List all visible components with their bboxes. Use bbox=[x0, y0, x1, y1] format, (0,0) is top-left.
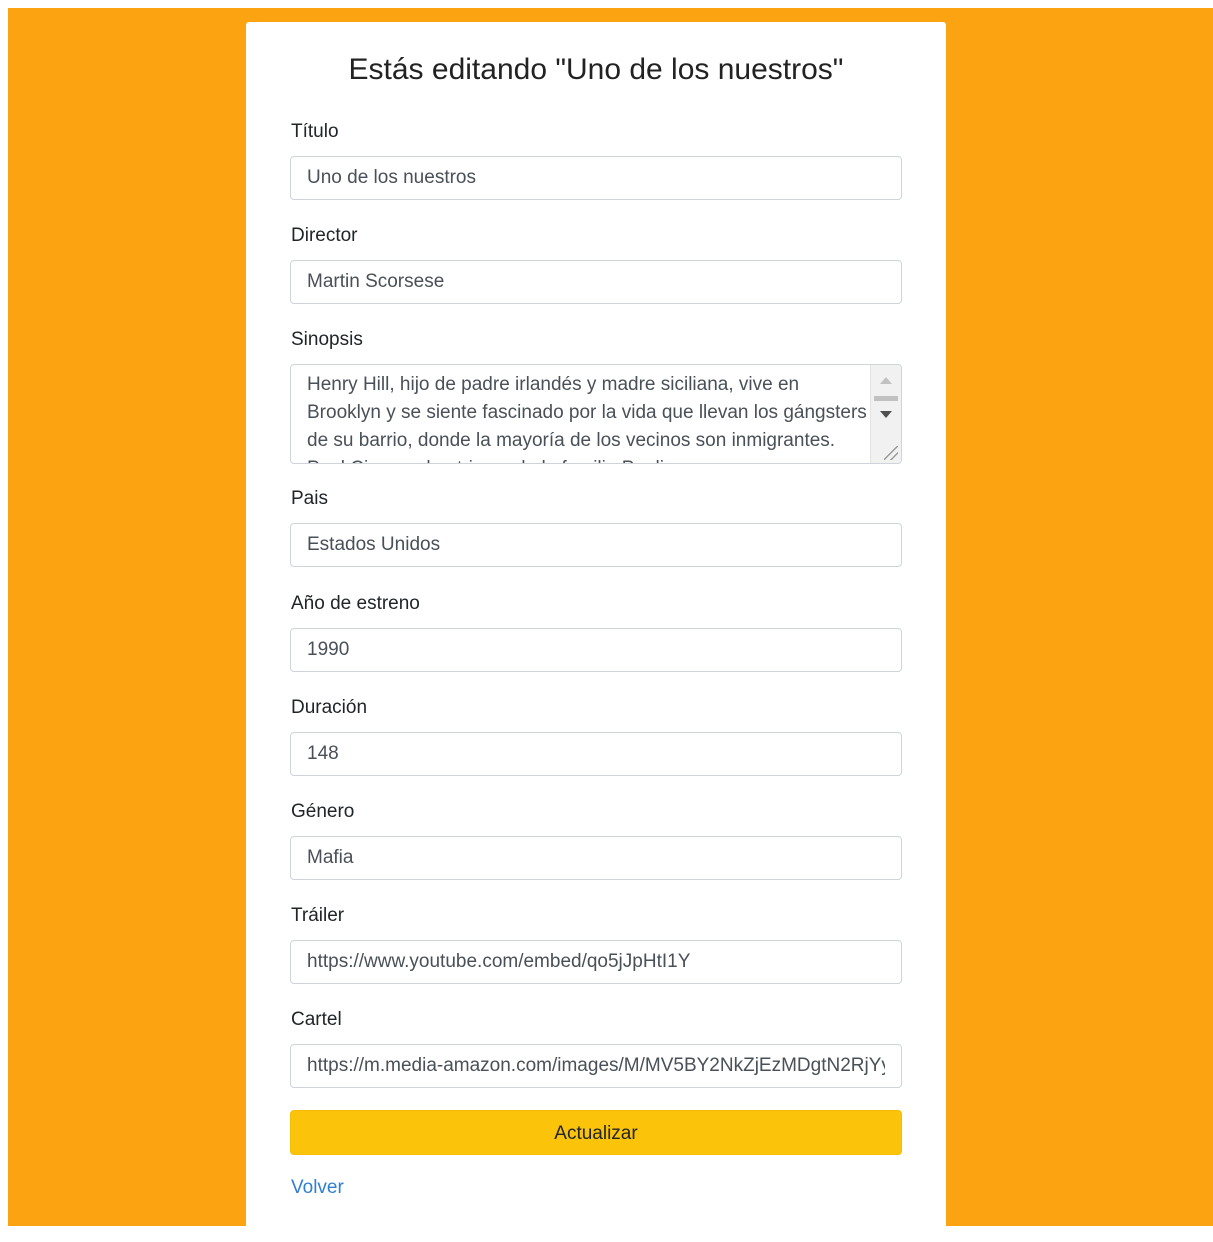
titulo-input[interactable] bbox=[290, 156, 902, 200]
trailer-input[interactable] bbox=[290, 940, 902, 984]
duracion-input[interactable] bbox=[290, 732, 902, 776]
genero-input[interactable] bbox=[290, 836, 902, 880]
cartel-label: Cartel bbox=[291, 1009, 342, 1030]
pais-input[interactable] bbox=[290, 523, 902, 567]
sinopsis-label: Sinopsis bbox=[291, 329, 363, 350]
anio-input[interactable] bbox=[290, 628, 902, 672]
page-background: Estás editando "Uno de los nuestros" Tít… bbox=[8, 8, 1213, 1242]
sinopsis-textarea[interactable]: Henry Hill, hijo de padre irlandés y mad… bbox=[290, 364, 902, 464]
director-input[interactable] bbox=[290, 260, 902, 304]
actualizar-button[interactable]: Actualizar bbox=[290, 1110, 902, 1155]
cartel-input[interactable] bbox=[290, 1044, 902, 1088]
pais-label: Pais bbox=[291, 488, 328, 509]
sinopsis-text: Henry Hill, hijo de padre irlandés y mad… bbox=[307, 374, 867, 463]
resize-grip-icon[interactable] bbox=[884, 446, 898, 460]
duracion-label: Duración bbox=[291, 697, 368, 718]
scroll-up-icon[interactable] bbox=[880, 377, 892, 384]
director-label: Director bbox=[291, 225, 358, 246]
anio-label: Año de estreno bbox=[291, 593, 420, 614]
trailer-label: Tráiler bbox=[291, 905, 345, 926]
edit-movie-card: Estás editando "Uno de los nuestros" Tít… bbox=[246, 22, 946, 1242]
volver-link[interactable]: Volver bbox=[291, 1176, 344, 1200]
titulo-label: Título bbox=[291, 121, 339, 142]
scroll-down-icon[interactable] bbox=[880, 411, 892, 418]
page-title: Estás editando "Uno de los nuestros" bbox=[348, 53, 844, 86]
genero-label: Género bbox=[291, 801, 355, 822]
scroll-thumb[interactable] bbox=[874, 396, 898, 401]
